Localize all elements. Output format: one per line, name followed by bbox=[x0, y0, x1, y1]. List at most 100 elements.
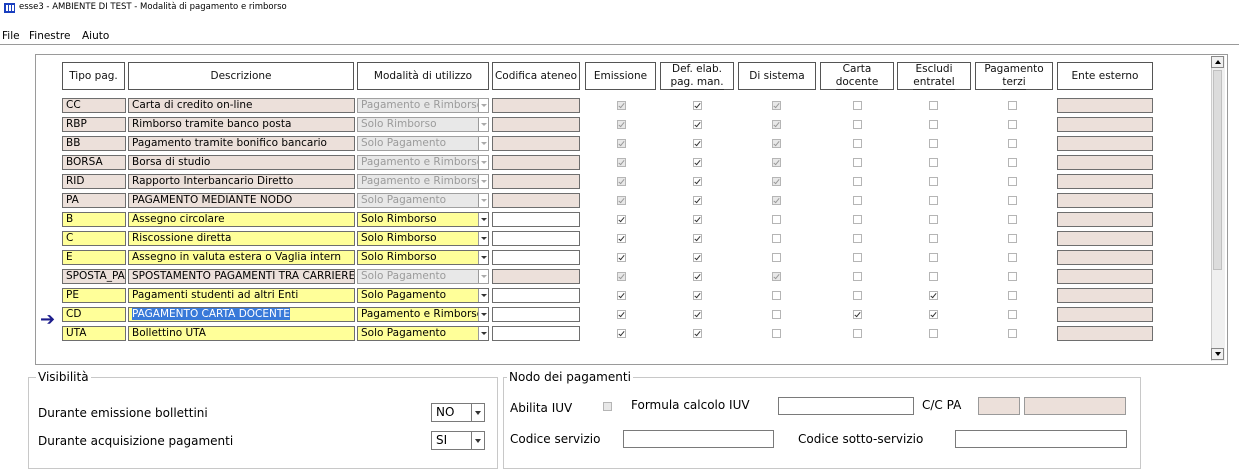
def-elab-checkbox[interactable] bbox=[693, 196, 702, 205]
def-elab-checkbox[interactable] bbox=[693, 215, 702, 224]
col-header-codifica[interactable]: Codifica ateneo bbox=[492, 62, 580, 90]
scrollbar-thumb[interactable] bbox=[1213, 70, 1222, 270]
col-header-modalita[interactable]: Modalità di utilizzo bbox=[357, 62, 489, 90]
pagamento-terzi-checkbox[interactable] bbox=[1008, 291, 1017, 300]
tipo-pag-cell[interactable]: PA bbox=[62, 193, 126, 208]
escludi-entratel-checkbox[interactable] bbox=[929, 234, 938, 243]
emissione-checkbox[interactable] bbox=[617, 329, 626, 338]
pagamento-terzi-checkbox[interactable] bbox=[1008, 196, 1017, 205]
ente-esterno-input[interactable] bbox=[1057, 231, 1153, 246]
pagamento-terzi-checkbox[interactable] bbox=[1008, 329, 1017, 338]
emissione-checkbox[interactable] bbox=[617, 158, 626, 167]
pagamento-terzi-checkbox[interactable] bbox=[1008, 120, 1017, 129]
def-elab-checkbox[interactable] bbox=[693, 253, 702, 262]
descrizione-cell[interactable]: Borsa di studio bbox=[128, 155, 355, 170]
di-sistema-checkbox[interactable] bbox=[772, 253, 781, 262]
ente-esterno-input[interactable] bbox=[1057, 155, 1153, 170]
codifica-ateneo-input[interactable] bbox=[492, 250, 580, 265]
descrizione-cell[interactable]: SPOSTAMENTO PAGAMENTI TRA CARRIERE bbox=[128, 269, 355, 284]
escludi-entratel-checkbox[interactable] bbox=[929, 215, 938, 224]
ente-esterno-input[interactable] bbox=[1057, 288, 1153, 303]
carta-docente-checkbox[interactable] bbox=[853, 272, 862, 281]
escludi-entratel-checkbox[interactable] bbox=[929, 139, 938, 148]
di-sistema-checkbox[interactable] bbox=[772, 101, 781, 110]
escludi-entratel-checkbox[interactable] bbox=[929, 272, 938, 281]
descrizione-cell[interactable]: Assegno in valuta estera o Vaglia intern bbox=[128, 250, 355, 265]
formula-calcolo-iuv-input[interactable] bbox=[778, 397, 914, 415]
pagamento-terzi-checkbox[interactable] bbox=[1008, 215, 1017, 224]
def-elab-checkbox[interactable] bbox=[693, 272, 702, 281]
di-sistema-checkbox[interactable] bbox=[772, 158, 781, 167]
emissione-checkbox[interactable] bbox=[617, 234, 626, 243]
def-elab-checkbox[interactable] bbox=[693, 120, 702, 129]
codifica-ateneo-input[interactable] bbox=[492, 288, 580, 303]
di-sistema-checkbox[interactable] bbox=[772, 291, 781, 300]
descrizione-cell[interactable]: Pagamenti studenti ad altri Enti bbox=[128, 288, 355, 303]
emissione-checkbox[interactable] bbox=[617, 196, 626, 205]
tipo-pag-cell[interactable]: BORSA bbox=[62, 155, 126, 170]
pagamento-terzi-checkbox[interactable] bbox=[1008, 101, 1017, 110]
ente-esterno-input[interactable] bbox=[1057, 117, 1153, 132]
descrizione-cell[interactable]: PAGAMENTO CARTA DOCENTE bbox=[128, 307, 355, 322]
pagamento-terzi-checkbox[interactable] bbox=[1008, 310, 1017, 319]
descrizione-cell[interactable]: Carta di credito on-line bbox=[128, 98, 355, 113]
escludi-entratel-checkbox[interactable] bbox=[929, 253, 938, 262]
di-sistema-checkbox[interactable] bbox=[772, 310, 781, 319]
codifica-ateneo-input[interactable] bbox=[492, 231, 580, 246]
def-elab-checkbox[interactable] bbox=[693, 158, 702, 167]
di-sistema-checkbox[interactable] bbox=[772, 215, 781, 224]
emissione-checkbox[interactable] bbox=[617, 253, 626, 262]
descrizione-cell[interactable]: Pagamento tramite bonifico bancario bbox=[128, 136, 355, 151]
col-header-ente-esterno[interactable]: Ente esterno bbox=[1057, 62, 1153, 90]
menu-finestre[interactable]: Finestre bbox=[29, 30, 70, 42]
descrizione-cell[interactable]: Rimborso tramite banco posta bbox=[128, 117, 355, 132]
tipo-pag-cell[interactable]: RID bbox=[62, 174, 126, 189]
tipo-pag-cell[interactable]: SPOSTA_PA bbox=[62, 269, 126, 284]
di-sistema-checkbox[interactable] bbox=[772, 234, 781, 243]
ente-esterno-input[interactable] bbox=[1057, 136, 1153, 151]
menu-file[interactable]: File bbox=[2, 30, 20, 42]
descrizione-cell[interactable]: PAGAMENTO MEDIANTE NODO bbox=[128, 193, 355, 208]
pagamento-terzi-checkbox[interactable] bbox=[1008, 177, 1017, 186]
abilita-iuv-checkbox[interactable] bbox=[603, 402, 612, 411]
carta-docente-checkbox[interactable] bbox=[853, 234, 862, 243]
di-sistema-checkbox[interactable] bbox=[772, 196, 781, 205]
pagamento-terzi-checkbox[interactable] bbox=[1008, 253, 1017, 262]
modalita-select[interactable]: Solo Pagamento bbox=[357, 326, 489, 341]
def-elab-checkbox[interactable] bbox=[693, 177, 702, 186]
emissione-checkbox[interactable] bbox=[617, 291, 626, 300]
ente-esterno-input[interactable] bbox=[1057, 193, 1153, 208]
carta-docente-checkbox[interactable] bbox=[853, 120, 862, 129]
def-elab-checkbox[interactable] bbox=[693, 310, 702, 319]
def-elab-checkbox[interactable] bbox=[693, 291, 702, 300]
carta-docente-checkbox[interactable] bbox=[853, 253, 862, 262]
col-header-pagamento-terzi[interactable]: Pagamento terzi bbox=[975, 62, 1053, 90]
escludi-entratel-checkbox[interactable] bbox=[929, 120, 938, 129]
descrizione-cell[interactable]: Riscossione diretta bbox=[128, 231, 355, 246]
di-sistema-checkbox[interactable] bbox=[772, 139, 781, 148]
tipo-pag-cell[interactable]: C bbox=[62, 231, 126, 246]
col-header-carta-docente[interactable]: Carta docente bbox=[820, 62, 894, 90]
codice-servizio-input[interactable] bbox=[623, 430, 774, 448]
col-header-def-elab[interactable]: Def. elab. pag. man. bbox=[660, 62, 734, 90]
modalita-select[interactable]: Pagamento e Rimborso bbox=[357, 307, 489, 322]
emissione-checkbox[interactable] bbox=[617, 215, 626, 224]
escludi-entratel-checkbox[interactable] bbox=[929, 329, 938, 338]
carta-docente-checkbox[interactable] bbox=[853, 310, 862, 319]
col-header-tipo[interactable]: Tipo pag. bbox=[62, 62, 125, 90]
def-elab-checkbox[interactable] bbox=[693, 139, 702, 148]
ente-esterno-input[interactable] bbox=[1057, 326, 1153, 341]
escludi-entratel-checkbox[interactable] bbox=[929, 158, 938, 167]
di-sistema-checkbox[interactable] bbox=[772, 272, 781, 281]
col-header-escludi-entratel[interactable]: Escludi entratel bbox=[897, 62, 971, 90]
pagamento-terzi-checkbox[interactable] bbox=[1008, 272, 1017, 281]
escludi-entratel-checkbox[interactable] bbox=[929, 310, 938, 319]
ente-esterno-input[interactable] bbox=[1057, 269, 1153, 284]
def-elab-checkbox[interactable] bbox=[693, 101, 702, 110]
descrizione-cell[interactable]: Bollettino UTA bbox=[128, 326, 355, 341]
descrizione-cell[interactable]: Rapporto Interbancario Diretto bbox=[128, 174, 355, 189]
carta-docente-checkbox[interactable] bbox=[853, 291, 862, 300]
carta-docente-checkbox[interactable] bbox=[853, 158, 862, 167]
tipo-pag-cell[interactable]: UTA bbox=[62, 326, 126, 341]
ente-esterno-input[interactable] bbox=[1057, 307, 1153, 322]
